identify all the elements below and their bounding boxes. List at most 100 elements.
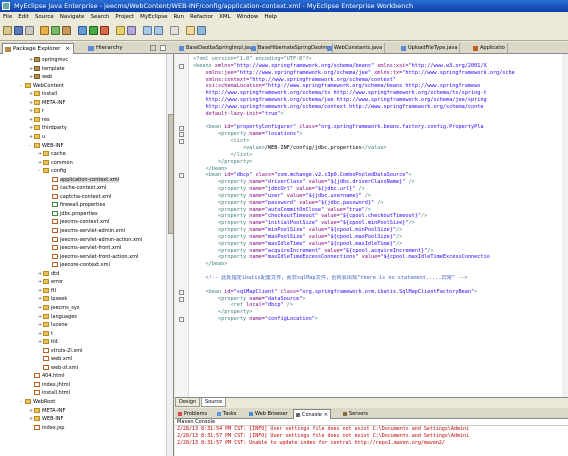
menu-search[interactable]: Search — [87, 13, 112, 21]
tree-item[interactable]: struts-2l.xml — [38, 347, 83, 355]
close-icon[interactable]: × — [65, 46, 70, 52]
bottom-tab[interactable]: Web Browser — [247, 409, 290, 419]
print-icon[interactable] — [25, 26, 34, 35]
tree-item[interactable]: jeecms-servlet-admin-action.xml — [47, 236, 142, 244]
tree-item[interactable]: + lucene — [38, 321, 68, 329]
fold-toggle-icon[interactable]: - — [179, 132, 184, 138]
tree-item[interactable]: + cache — [38, 150, 66, 158]
tree-item[interactable]: + template — [29, 65, 65, 73]
tab-hierarchy[interactable]: Hierarchy — [86, 43, 126, 54]
editor-scrollbar[interactable] — [562, 54, 568, 397]
tab-source[interactable]: Source — [201, 398, 227, 407]
tree-item[interactable]: index.jsp — [29, 424, 64, 432]
tree-item[interactable]: + springmvc — [29, 56, 68, 64]
tree-item[interactable]: web-zl.xml — [38, 364, 78, 372]
code-area[interactable]: <?xml version="1.0" encoding="UTF-8"?> <b… — [193, 56, 563, 323]
tree-item[interactable]: + jeecms_sys — [38, 304, 79, 312]
minimize-icon[interactable] — [150, 45, 156, 51]
tree-item[interactable]: + install — [29, 90, 57, 98]
editor-tab[interactable]: WebConstants.java — [325, 43, 386, 53]
tree-item[interactable]: + dtd — [38, 270, 59, 278]
tree-item[interactable]: - WEB-INF — [29, 142, 63, 150]
menu-navigate[interactable]: Navigate — [57, 13, 88, 21]
server-icon[interactable] — [62, 26, 71, 35]
scroll-thumb[interactable] — [168, 114, 173, 234]
bottom-tab[interactable]: Servers — [341, 409, 370, 419]
tree-item[interactable]: cache-context.xml — [47, 184, 106, 192]
fold-toggle-icon[interactable]: - — [179, 296, 184, 302]
tree-item[interactable]: firewall.properties — [47, 201, 105, 209]
menu-refactor[interactable]: Refactor — [187, 13, 216, 21]
tree-item[interactable]: + error — [38, 278, 63, 286]
save-icon[interactable] — [14, 26, 23, 35]
bottom-tab[interactable]: Console × — [293, 409, 332, 419]
debug-icon[interactable] — [78, 26, 87, 35]
search-icon[interactable] — [127, 26, 136, 35]
tree-item[interactable]: + languages — [38, 313, 77, 321]
tree-item[interactable]: + WEB-INF — [29, 415, 63, 423]
fold-toggle-icon[interactable]: - — [179, 317, 184, 323]
tab-package-explorer[interactable]: Package Explorer × — [2, 43, 74, 54]
editor-tab[interactable]: Applicatio — [471, 43, 508, 53]
perspective-icon[interactable] — [186, 26, 195, 35]
tree-item[interactable]: - config — [38, 167, 66, 175]
tree-item[interactable]: + web — [29, 73, 52, 81]
tree-item[interactable]: + r — [29, 107, 44, 115]
bottom-tab[interactable]: Problems — [176, 409, 209, 419]
tree-item[interactable]: - WebContent — [20, 82, 64, 90]
new-icon[interactable] — [3, 26, 12, 35]
deploy-icon[interactable] — [51, 26, 60, 35]
tree-item[interactable]: + thirdparty — [29, 124, 67, 132]
tree-item[interactable]: + ftl — [38, 287, 56, 295]
tree-item[interactable]: + META-INF — [29, 99, 65, 107]
tree-item[interactable]: index.jhtml — [29, 381, 70, 389]
editor-tab[interactable]: UploadFileType.java — [399, 43, 461, 53]
xml-editor[interactable]: -------- <?xml version="1.0" encoding="U… — [175, 54, 568, 398]
tree-item[interactable]: + META-INF — [29, 407, 65, 415]
forward-icon[interactable] — [154, 26, 163, 35]
menu-window[interactable]: Window — [234, 13, 262, 21]
maximize-icon[interactable] — [160, 45, 166, 51]
close-icon[interactable]: × — [324, 412, 328, 418]
run-icon[interactable] — [89, 26, 98, 35]
tree-item[interactable]: jeecms-context.xml — [47, 218, 109, 226]
tree-item[interactable]: - WebRoot — [20, 398, 55, 406]
tree-scrollbar[interactable] — [166, 54, 173, 456]
back-icon[interactable] — [143, 26, 152, 35]
tree-item[interactable]: jeecms-servlet-front-action.xml — [47, 253, 138, 261]
tab-design[interactable]: Design — [175, 398, 201, 407]
tree-item[interactable]: jeecore-context.xml — [47, 261, 110, 269]
tree-item[interactable]: jeecms-servlet-front.xml — [47, 244, 121, 252]
open-type-icon[interactable] — [40, 26, 49, 35]
tree-item[interactable]: + res — [29, 116, 50, 124]
fold-toggle-icon[interactable]: - — [179, 139, 184, 145]
bottom-tab[interactable]: Tasks — [215, 409, 238, 419]
menu-project[interactable]: Project — [112, 13, 137, 21]
tree-item[interactable]: web.xml — [38, 355, 72, 363]
tree-item[interactable]: jdbc.properties — [47, 210, 98, 218]
editor-tab[interactable]: BaseHibernateSpringDaoImp — [249, 43, 334, 53]
tree-item[interactable]: jeecms-servlet-admin.xml — [47, 227, 125, 235]
tree-item[interactable]: + tld — [38, 338, 58, 346]
fold-toggle-icon[interactable]: - — [179, 173, 184, 179]
new-class-icon[interactable] — [116, 26, 125, 35]
tree-item[interactable]: install.html — [29, 389, 70, 397]
fold-toggle-icon[interactable]: - — [179, 125, 184, 131]
menu-source[interactable]: Source — [32, 13, 57, 21]
menu-run[interactable]: Run — [170, 13, 187, 21]
console-view[interactable]: Maven Console 2/28/13 8:31:54 PM CST: [I… — [175, 419, 568, 456]
tree-item[interactable]: + ipseek — [38, 295, 67, 303]
fold-toggle-icon[interactable]: - — [179, 289, 184, 295]
editor-tab[interactable]: BaseDaoIbaSpringImpl.java — [177, 43, 258, 53]
menu-help[interactable]: Help — [261, 13, 280, 21]
tree-item[interactable]: + common — [38, 159, 73, 167]
pin-icon[interactable] — [170, 26, 179, 35]
menu-myeclipse[interactable]: MyEclipse — [137, 13, 170, 21]
menu-xml[interactable]: XML — [216, 13, 234, 21]
tree-item[interactable]: + t — [38, 330, 53, 338]
tree-item[interactable]: + u — [29, 133, 45, 141]
tree-item[interactable]: application-context.xml — [47, 176, 120, 184]
tree-item[interactable]: captcha-context.xml — [47, 193, 111, 201]
tree-item[interactable]: 404.html — [29, 372, 65, 380]
menu-file[interactable]: File — [0, 13, 15, 21]
